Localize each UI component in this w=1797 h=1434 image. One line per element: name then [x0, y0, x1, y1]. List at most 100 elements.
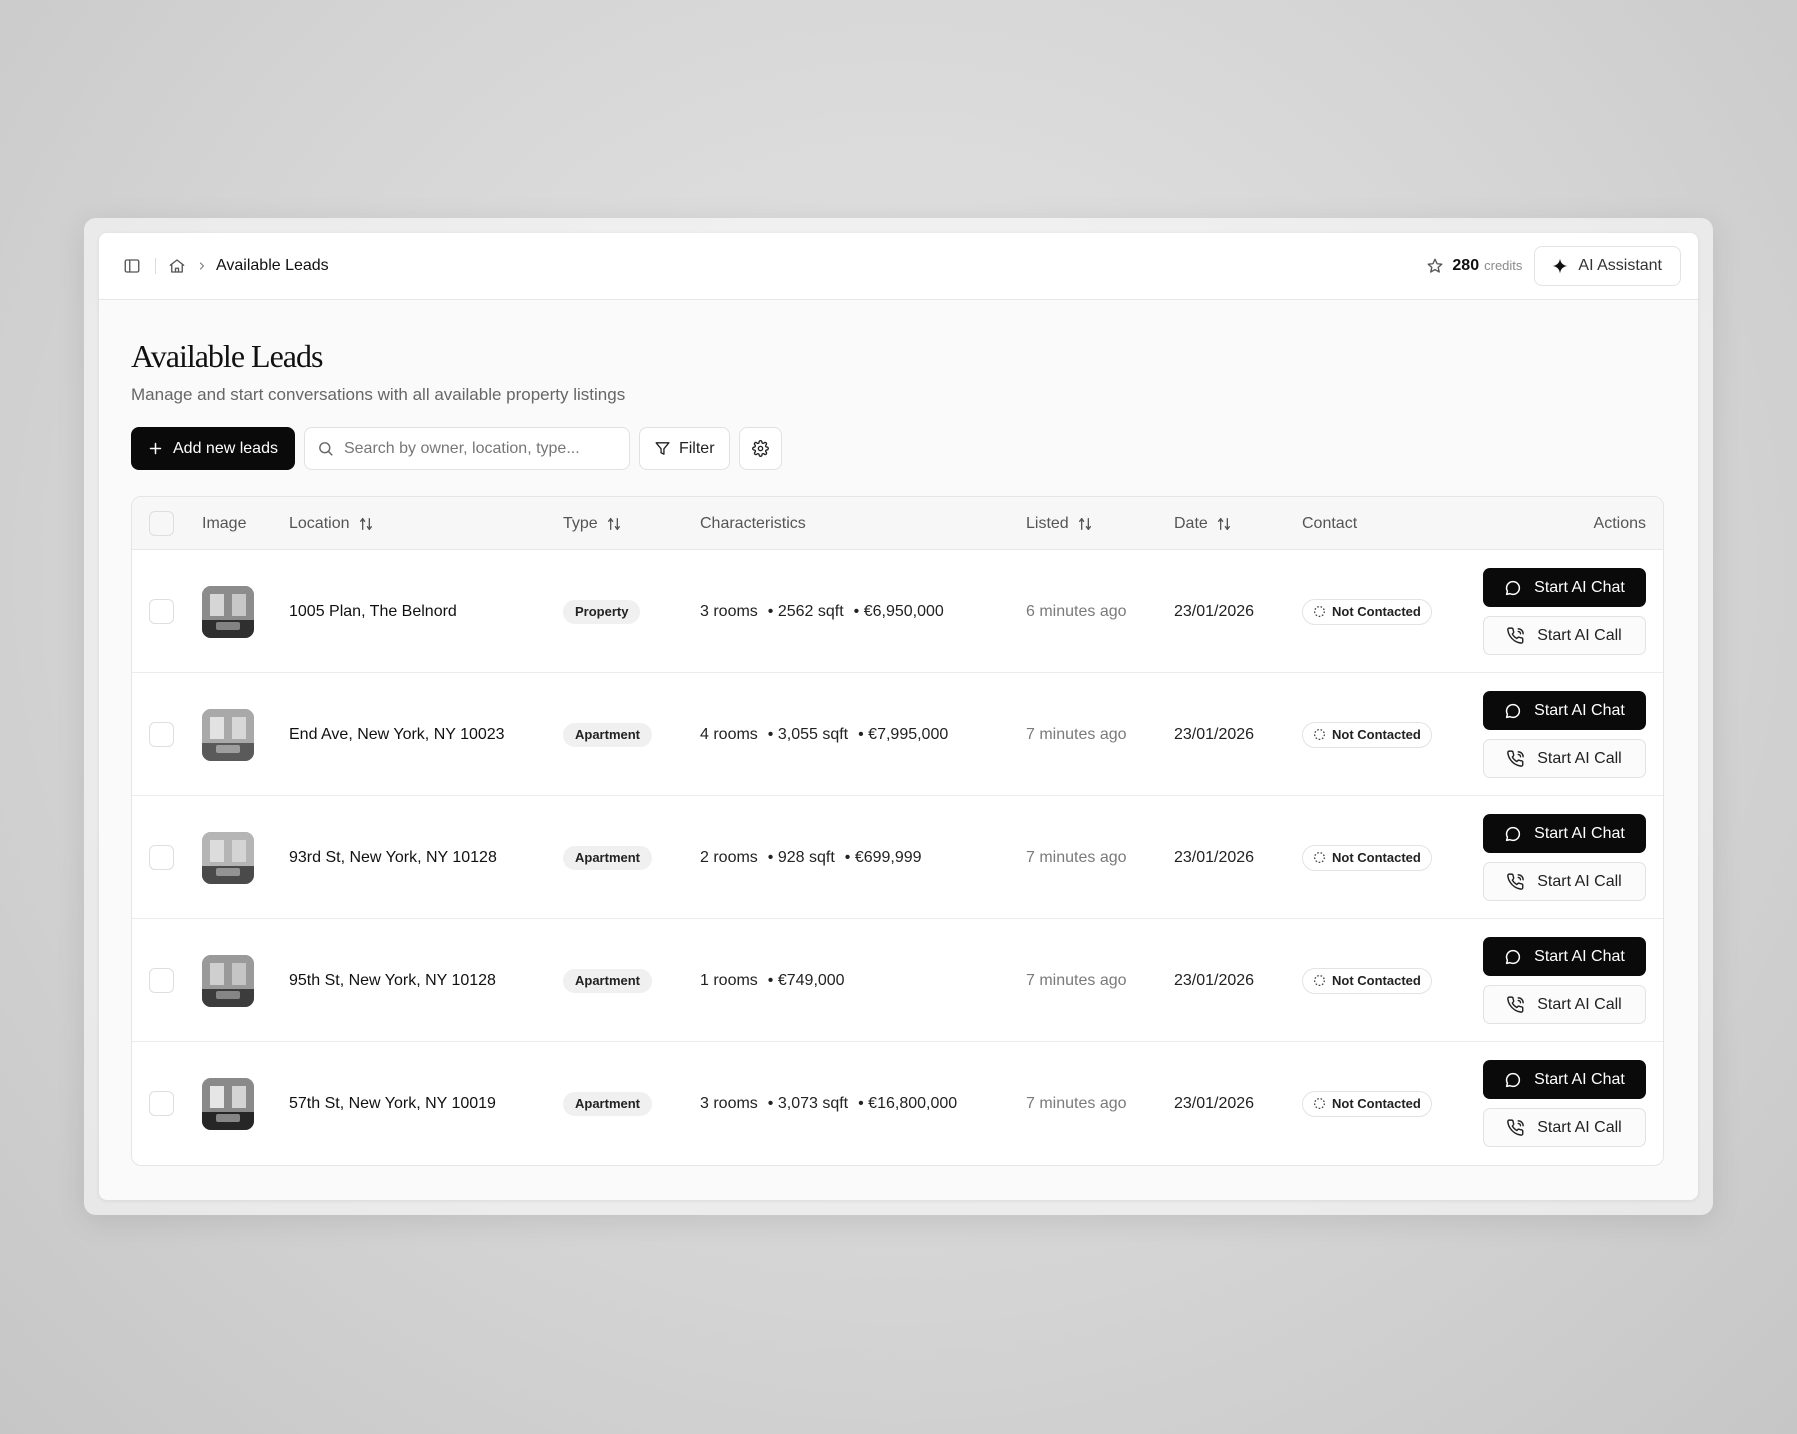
- start-ai-call-label: Start AI Call: [1537, 1118, 1622, 1136]
- characteristic-item: • 928 sqft: [767, 848, 835, 866]
- characteristics: 3 rooms • 2562 sqft • €6,950,000: [700, 603, 944, 621]
- row-contact-cell: Not Contacted: [1302, 919, 1432, 1042]
- row-checkbox[interactable]: [149, 845, 174, 870]
- table-row: 1005 Plan, The Belnord Property 3 rooms •…: [132, 550, 1663, 673]
- characteristic-item: 4 rooms: [700, 725, 758, 743]
- start-ai-chat-button[interactable]: Start AI Chat: [1483, 814, 1646, 853]
- page-title: Available Leads: [131, 338, 323, 374]
- property-thumbnail[interactable]: [202, 585, 254, 638]
- characteristic-item: • €6,950,000: [853, 602, 944, 620]
- ai-assistant-label: AI Assistant: [1578, 257, 1662, 274]
- row-characteristics-cell: 1 rooms • €749,000: [700, 919, 845, 1042]
- sidebar-toggle-icon[interactable]: [123, 257, 141, 275]
- header-location[interactable]: Location: [289, 497, 374, 550]
- sort-arrows-icon[interactable]: [606, 516, 622, 532]
- header-type[interactable]: Type: [563, 497, 622, 550]
- row-actions-cell: Start AI Chat Start AI Call: [1483, 673, 1646, 796]
- phone-icon: [1507, 626, 1525, 645]
- header-listed-label: Listed: [1026, 514, 1069, 532]
- breadcrumb-current[interactable]: Available Leads: [216, 257, 329, 275]
- row-listed-cell: 7 minutes ago: [1026, 919, 1127, 1042]
- header-characteristics-label: Characteristics: [700, 514, 806, 532]
- start-ai-chat-button[interactable]: Start AI Chat: [1483, 937, 1646, 976]
- property-thumbnail[interactable]: [202, 831, 254, 884]
- sort-arrows-icon[interactable]: [358, 516, 374, 532]
- location-text: 57th St, New York, NY 10019: [289, 1094, 496, 1112]
- chevron-right-icon: [196, 260, 208, 272]
- start-ai-call-button[interactable]: Start AI Call: [1483, 1108, 1646, 1147]
- header-listed[interactable]: Listed: [1026, 497, 1093, 550]
- ai-assistant-button[interactable]: AI Assistant: [1534, 246, 1681, 286]
- sort-arrows-icon[interactable]: [1077, 516, 1093, 532]
- row-select-cell: [149, 673, 174, 796]
- row-contact-cell: Not Contacted: [1302, 796, 1432, 919]
- row-characteristics-cell: 3 rooms • 2562 sqft • €6,950,000: [700, 550, 944, 673]
- table-row: 95th St, New York, NY 10128 Apartment 1 …: [132, 919, 1663, 1042]
- sparkle-icon: [1551, 257, 1569, 275]
- header-date[interactable]: Date: [1174, 497, 1232, 550]
- start-ai-call-button[interactable]: Start AI Call: [1483, 616, 1646, 655]
- chat-bubble-icon: [1504, 1071, 1522, 1089]
- filter-button[interactable]: Filter: [638, 427, 730, 470]
- start-ai-chat-button[interactable]: Start AI Chat: [1483, 691, 1646, 730]
- toolbar: Add new leads Filter: [131, 427, 1666, 470]
- property-thumbnail[interactable]: [202, 954, 254, 1007]
- start-ai-call-button[interactable]: Start AI Call: [1483, 739, 1646, 778]
- property-thumbnail[interactable]: [202, 1077, 254, 1130]
- leads-table: Image Location Type Characteristics List…: [131, 496, 1664, 1166]
- listed-time: 7 minutes ago: [1026, 1094, 1127, 1112]
- row-type-cell: Apartment: [563, 1042, 653, 1165]
- select-all-checkbox[interactable]: [149, 511, 174, 536]
- row-select-cell: [149, 550, 174, 673]
- start-ai-call-label: Start AI Call: [1537, 995, 1622, 1013]
- chat-bubble-icon: [1504, 948, 1522, 966]
- settings-button[interactable]: [738, 427, 782, 470]
- sort-arrows-icon[interactable]: [1216, 516, 1232, 532]
- search-box[interactable]: [303, 427, 630, 470]
- page-subtitle: Manage and start conversations with all …: [131, 385, 626, 404]
- row-image-cell: [202, 1042, 254, 1165]
- row-checkbox[interactable]: [149, 968, 174, 993]
- row-date-cell: 23/01/2026: [1174, 1042, 1254, 1165]
- start-ai-call-button[interactable]: Start AI Call: [1483, 862, 1646, 901]
- search-input[interactable]: [343, 439, 617, 458]
- location-text: End Ave, New York, NY 10023: [289, 725, 505, 743]
- chat-bubble-icon: [1504, 825, 1522, 843]
- listed-time: 7 minutes ago: [1026, 971, 1127, 989]
- topbar-right: 280 credits AI Assistant: [1426, 246, 1681, 286]
- header-image: Image: [202, 497, 246, 550]
- status-text: Not Contacted: [1332, 973, 1421, 988]
- listed-date: 23/01/2026: [1174, 848, 1255, 866]
- row-listed-cell: 7 minutes ago: [1026, 796, 1127, 919]
- row-checkbox[interactable]: [149, 722, 174, 747]
- start-ai-call-label: Start AI Call: [1537, 872, 1622, 890]
- characteristic-item: • 3,073 sqft: [767, 1094, 849, 1112]
- table-row: 57th St, New York, NY 10019 Apartment 3 …: [132, 1042, 1663, 1165]
- start-ai-call-label: Start AI Call: [1537, 626, 1622, 644]
- table-row: 93rd St, New York, NY 10128 Apartment 2 …: [132, 796, 1663, 919]
- start-ai-chat-label: Start AI Chat: [1534, 578, 1625, 596]
- characteristic-item: • €16,800,000: [858, 1094, 958, 1112]
- row-checkbox[interactable]: [149, 599, 174, 624]
- location-text: 1005 Plan, The Belnord: [289, 602, 457, 620]
- row-contact-cell: Not Contacted: [1302, 673, 1432, 796]
- start-ai-call-button[interactable]: Start AI Call: [1483, 985, 1646, 1024]
- header-location-label: Location: [289, 514, 350, 532]
- start-ai-chat-button[interactable]: Start AI Chat: [1483, 1060, 1646, 1099]
- main-content: Available Leads Manage and start convers…: [99, 338, 1698, 1166]
- type-badge: Apartment: [563, 968, 653, 993]
- listed-time: 7 minutes ago: [1026, 725, 1127, 743]
- header-contact-label: Contact: [1302, 514, 1358, 532]
- row-actions-cell: Start AI Chat Start AI Call: [1483, 796, 1646, 919]
- characteristic-item: • 3,055 sqft: [767, 725, 849, 743]
- add-new-leads-button[interactable]: Add new leads: [131, 427, 295, 470]
- listed-date: 23/01/2026: [1174, 602, 1255, 620]
- row-checkbox[interactable]: [149, 1091, 174, 1116]
- start-ai-chat-button[interactable]: Start AI Chat: [1483, 568, 1646, 607]
- home-icon[interactable]: [168, 257, 186, 275]
- phone-icon: [1507, 995, 1525, 1014]
- property-thumbnail[interactable]: [202, 708, 254, 761]
- row-date-cell: 23/01/2026: [1174, 673, 1254, 796]
- table-row: End Ave, New York, NY 10023 Apartment 4 …: [132, 673, 1663, 796]
- row-image-cell: [202, 673, 254, 796]
